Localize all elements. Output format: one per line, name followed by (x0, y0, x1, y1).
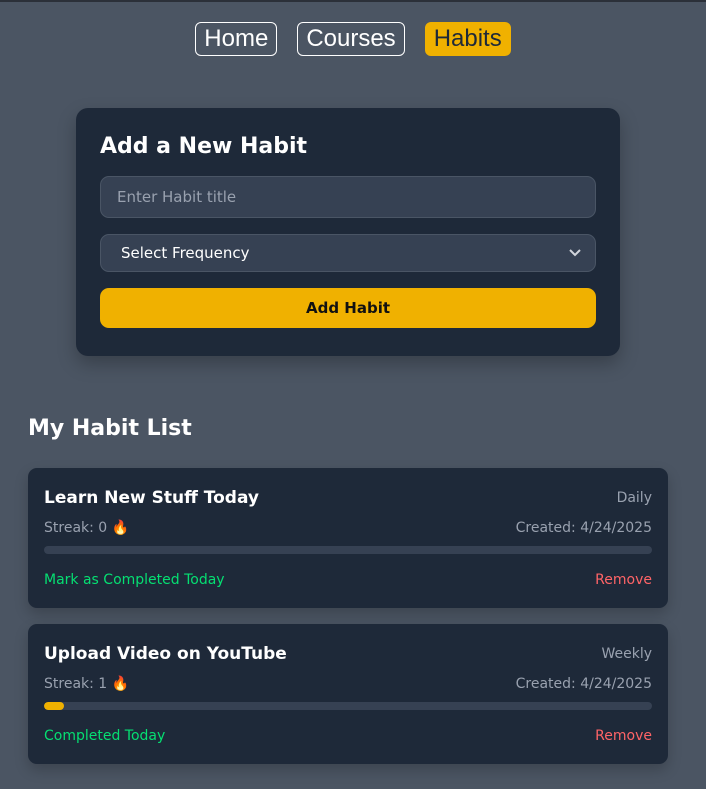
remove-habit-button[interactable]: Remove (595, 728, 652, 744)
habit-progress-bar (44, 702, 652, 710)
habit-progress-fill (44, 702, 65, 710)
completed-today-status: Completed Today (44, 728, 166, 744)
remove-habit-button[interactable]: Remove (595, 572, 652, 588)
habit-progress-bar (44, 546, 652, 554)
nav-courses-link[interactable]: Courses (297, 22, 405, 56)
habit-streak: Streak: 0 🔥 (44, 520, 130, 536)
frequency-select[interactable]: Select Frequency (100, 234, 596, 272)
habit-title-input[interactable] (100, 176, 596, 218)
frequency-select-value: Select Frequency (121, 244, 250, 262)
nav-habits-link[interactable]: Habits (424, 22, 511, 56)
habit-card: Learn New Stuff Today Daily Streak: 0 🔥 … (28, 468, 668, 608)
mark-completed-button[interactable]: Mark as Completed Today (44, 572, 225, 588)
habit-title: Learn New Stuff Today (44, 488, 259, 508)
nav-home-link[interactable]: Home (195, 22, 278, 56)
habit-list-title: My Habit List (28, 416, 192, 441)
habit-created-date: Created: 4/24/2025 (515, 520, 652, 536)
add-habit-card: Add a New Habit Select Frequency Add Hab… (76, 108, 620, 356)
form-title: Add a New Habit (100, 134, 308, 159)
habit-frequency: Daily (616, 490, 652, 506)
habit-card: Upload Video on YouTube Weekly Streak: 1… (28, 624, 668, 764)
add-habit-button[interactable]: Add Habit (100, 288, 596, 328)
habit-frequency: Weekly (601, 646, 652, 662)
habit-streak: Streak: 1 🔥 (44, 676, 130, 692)
habit-title: Upload Video on YouTube (44, 644, 287, 664)
main-nav: Home Courses Habits (0, 22, 706, 56)
habit-created-date: Created: 4/24/2025 (515, 676, 652, 692)
chevron-down-icon (569, 247, 581, 260)
